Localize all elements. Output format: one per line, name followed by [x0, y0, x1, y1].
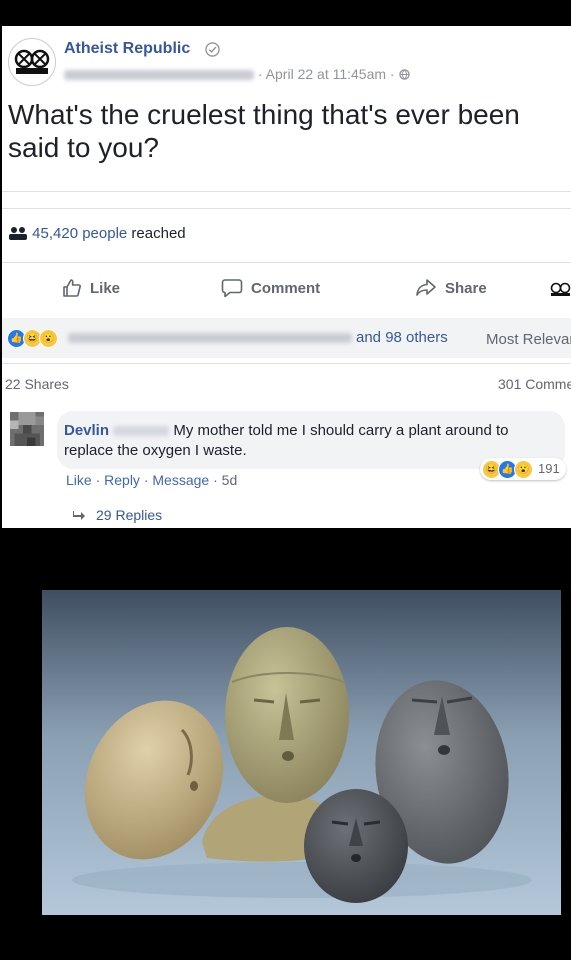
reach-suffix: reached — [127, 225, 186, 242]
comment-label: Comment — [251, 279, 321, 297]
page-avatar[interactable] — [8, 38, 56, 86]
reactors-others[interactable]: and 98 others — [356, 329, 448, 346]
stone-faces-photo — [42, 590, 561, 915]
comment-button[interactable]: Comment — [221, 278, 320, 298]
comment-reactions[interactable]: 😆 👍 😮 191 — [480, 458, 566, 480]
comment-reply-link[interactable]: Reply — [104, 472, 140, 488]
comment-author[interactable]: Devlin — [64, 422, 109, 439]
globe-icon — [398, 69, 410, 80]
view-replies[interactable]: 29 Replies — [72, 507, 162, 523]
post-date[interactable]: April 22 at 11:45am — [266, 66, 386, 82]
post-text: What's the cruelest thing that's ever be… — [8, 99, 520, 163]
verified-icon — [205, 42, 220, 57]
comment-message-link[interactable]: Message — [152, 472, 209, 488]
wow-reaction-icon: 😮 — [514, 460, 533, 479]
divider — [2, 208, 571, 209]
redacted-publisher — [64, 70, 254, 81]
post-meta: · April 22 at 11:45am · — [64, 66, 410, 82]
reach-count[interactable]: 45,420 people — [32, 225, 127, 242]
share-button[interactable]: Share — [415, 278, 487, 298]
comment-actions: Like · Reply · Message · 5d — [66, 472, 238, 488]
comment-age[interactable]: 5d — [222, 472, 238, 488]
divider — [2, 191, 571, 192]
share-arrow-icon — [416, 279, 436, 296]
divider — [2, 363, 571, 364]
commenter-avatar[interactable] — [10, 412, 44, 446]
shares-count[interactable]: 22 Shares — [5, 376, 69, 392]
comment-icon — [221, 279, 243, 298]
reply-arrow-icon — [73, 511, 85, 520]
comments-count[interactable]: 301 Comments — [498, 376, 571, 392]
share-label: Share — [445, 279, 487, 297]
like-button[interactable]: Like — [62, 278, 120, 298]
page-name[interactable]: Atheist Republic — [64, 40, 190, 58]
page-selector-logo-icon[interactable] — [550, 282, 571, 296]
thumbs-up-icon — [63, 279, 81, 297]
redacted-surname — [113, 426, 170, 437]
comment-reaction-count: 191 — [538, 461, 560, 476]
facebook-post-card: Atheist Republic · April 22 at 11:45am ·… — [2, 26, 571, 528]
reach-stats: 45,420 people reached — [8, 225, 186, 242]
replies-count: 29 Replies — [96, 507, 163, 523]
wow-reaction-icon[interactable]: 😮 — [39, 329, 58, 348]
people-reached-icon — [9, 227, 27, 240]
redacted-reactor-names — [68, 333, 352, 343]
comment-text-block: Devlin My mother told me I should carry … — [64, 421, 554, 461]
sort-comments[interactable]: Most Relevant — [486, 331, 571, 348]
divider — [2, 262, 571, 263]
atheist-republic-logo-icon — [14, 49, 50, 74]
comment-like-link[interactable]: Like — [66, 472, 92, 488]
like-label: Like — [90, 279, 121, 297]
